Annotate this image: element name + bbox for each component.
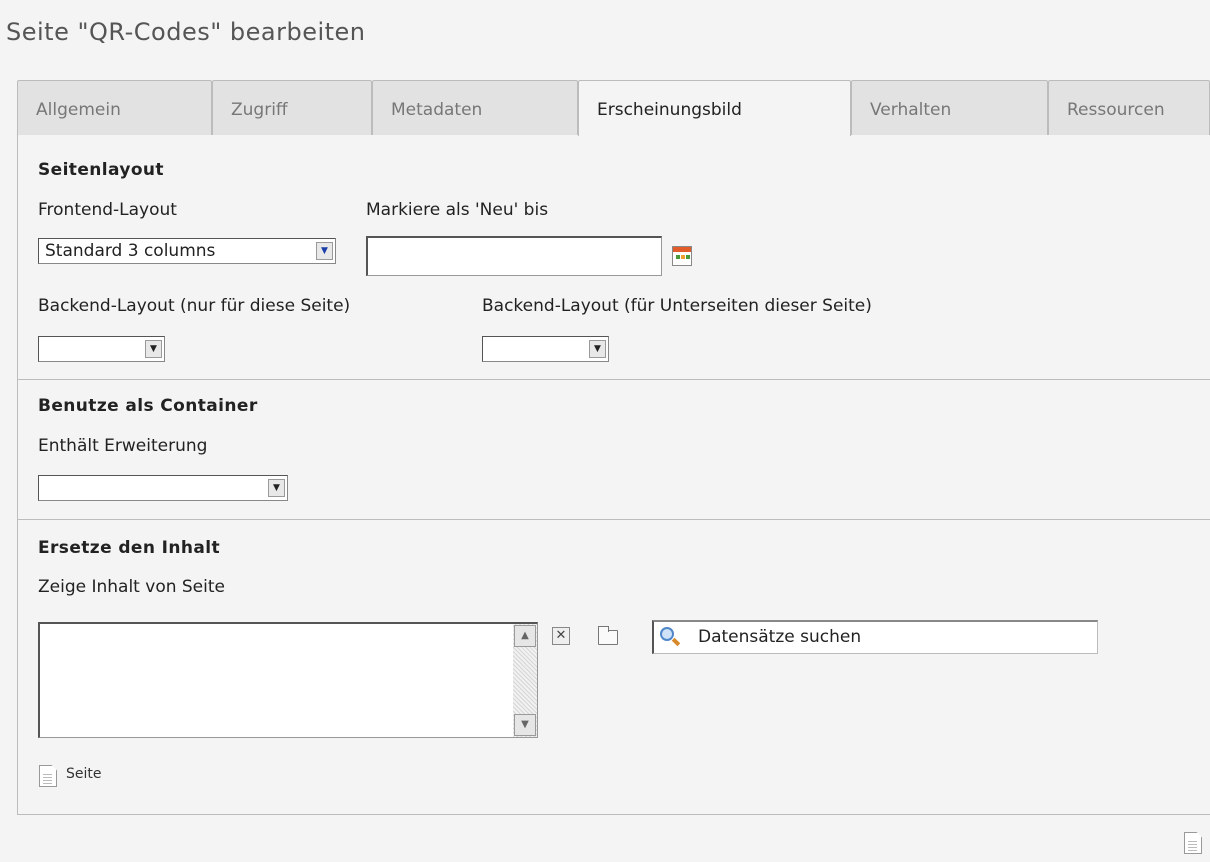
scroll-down-icon[interactable]: ▼ [514, 714, 536, 736]
section-heading-seitenlayout: Seitenlayout [38, 160, 164, 180]
chevron-down-icon[interactable]: ▼ [145, 340, 162, 358]
calendar-icon[interactable] [672, 246, 692, 266]
tab-metadaten[interactable]: Metadaten [372, 80, 578, 135]
section-heading-ersetze: Ersetze den Inhalt [38, 538, 220, 558]
scrollbar[interactable]: ▲ ▼ [513, 624, 537, 737]
tab-erscheinungsbild[interactable]: Erscheinungsbild [578, 80, 851, 136]
page-title: Seite "QR-Codes" bearbeiten [6, 18, 366, 46]
section-divider [17, 379, 1210, 380]
tab-zugriff[interactable]: Zugriff [212, 80, 372, 135]
page-icon[interactable] [1184, 832, 1202, 854]
frontend-layout-value: Standard 3 columns [45, 241, 216, 261]
frontend-layout-select[interactable]: Standard 3 columns ▼ [38, 238, 336, 264]
backend-layout-page-label: Backend-Layout (nur für diese Seite) [38, 296, 351, 316]
tab-verhalten[interactable]: Verhalten [851, 80, 1048, 135]
enthaelt-erweiterung-select[interactable]: ▼ [38, 475, 288, 501]
frontend-layout-label: Frontend-Layout [38, 200, 177, 220]
record-type-label: Seite [66, 766, 102, 782]
search-icon [660, 627, 674, 641]
section-heading-container: Benutze als Container [38, 396, 258, 416]
page-icon [39, 765, 57, 787]
folder-icon[interactable] [598, 626, 618, 645]
record-search-input[interactable]: Datensätze suchen [652, 620, 1098, 654]
backend-layout-sub-label: Backend-Layout (für Unterseiten dieser S… [482, 296, 872, 316]
chevron-down-icon[interactable]: ▼ [589, 340, 606, 358]
zeige-inhalt-label: Zeige Inhalt von Seite [38, 577, 225, 597]
close-icon[interactable]: ✕ [552, 627, 570, 645]
markiere-neu-label: Markiere als 'Neu' bis [366, 200, 549, 220]
section-divider [17, 519, 1210, 520]
tab-allgemein[interactable]: Allgemein [17, 80, 212, 135]
markiere-neu-input[interactable] [366, 236, 662, 276]
scroll-up-icon[interactable]: ▲ [514, 625, 536, 647]
backend-layout-sub-select[interactable]: ▼ [482, 336, 609, 362]
search-placeholder: Datensätze suchen [698, 627, 862, 647]
zeige-inhalt-listbox[interactable]: ▲ ▼ [38, 622, 538, 738]
tab-bar: Allgemein Zugriff Metadaten Erscheinungs… [17, 80, 1210, 136]
enthaelt-erweiterung-label: Enthält Erweiterung [38, 436, 208, 456]
chevron-down-icon[interactable]: ▼ [268, 479, 285, 497]
chevron-down-icon[interactable]: ▼ [316, 242, 333, 260]
backend-layout-page-select[interactable]: ▼ [38, 336, 165, 362]
tab-ressourcen[interactable]: Ressourcen [1048, 80, 1210, 135]
